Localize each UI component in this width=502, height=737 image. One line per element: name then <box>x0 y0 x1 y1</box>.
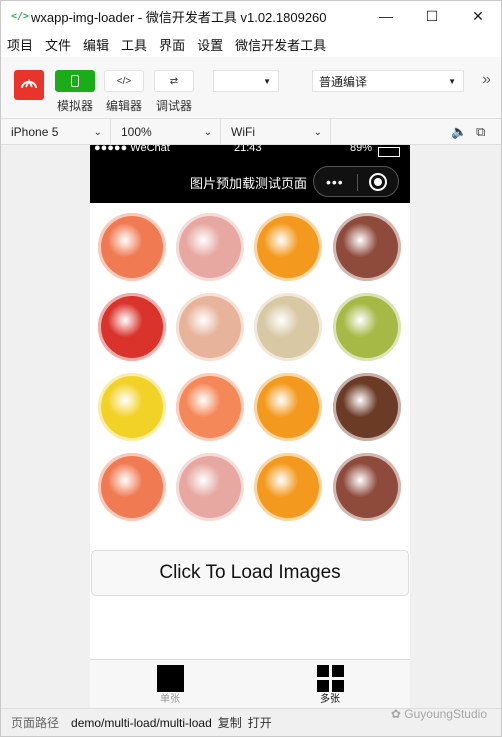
food-image-oranges-bowl-3 <box>254 453 322 521</box>
phone-screen: ●●●●● WeChat 21:43 89% 图片预加载测试页面 ••• Cli… <box>90 145 410 708</box>
editor-toggle-button[interactable]: </> <box>104 70 144 92</box>
scene-dropdown[interactable]: ▼ <box>213 70 279 92</box>
compile-mode-value: 普通编译 <box>319 74 368 89</box>
food-image-fish-plate <box>254 293 322 361</box>
close-button[interactable]: ✕ <box>455 1 501 31</box>
double-chevron-right-icon[interactable]: » <box>482 71 491 89</box>
menu-tools[interactable]: 工具 <box>121 35 147 54</box>
zoom-value: 100% <box>121 125 152 139</box>
navigation-bar: 图片预加载测试页面 ••• <box>90 161 410 203</box>
compile-mode-dropdown[interactable]: 普通编译 ▼ <box>312 70 464 92</box>
food-image-ham-board-2 <box>333 453 401 521</box>
chevron-down-icon: ⌄ <box>203 126 212 138</box>
menu-devtools[interactable]: 微信开发者工具 <box>235 35 326 54</box>
code-brackets-icon: </> <box>11 10 30 22</box>
tab-multi-label: 多张 <box>320 694 340 705</box>
menu-file[interactable]: 文件 <box>45 35 71 54</box>
clock-label: 21:43 <box>234 145 262 154</box>
network-value: WiFi <box>231 125 255 139</box>
simulator-toggle-button[interactable] <box>55 70 95 92</box>
debugger-toggle-button[interactable]: ⇄ <box>154 70 194 92</box>
food-image-juice-board <box>333 373 401 441</box>
sliders-icon: ⇄ <box>169 75 179 87</box>
single-square-icon <box>157 665 184 692</box>
open-link[interactable]: 打开 <box>248 714 272 731</box>
menu-project[interactable]: 项目 <box>7 35 33 54</box>
speaker-icon[interactable]: 🔈 <box>451 124 467 140</box>
food-image-salmon-plate-2 <box>98 453 166 521</box>
debugger-label: 调试器 <box>155 99 192 113</box>
food-image-salmon-plate <box>98 213 166 281</box>
menu-view[interactable]: 界面 <box>159 35 185 54</box>
device-bar: iPhone 5 ⌄ 100% ⌄ WiFi ⌄ 🔈 ⧉ <box>1 119 501 145</box>
more-dots-icon[interactable]: ••• <box>326 175 344 189</box>
tab-single-label: 单张 <box>160 694 180 705</box>
load-images-button[interactable]: Click To Load Images <box>91 550 409 596</box>
user-avatar-logo[interactable] <box>14 70 44 100</box>
simulator-label: 模拟器 <box>56 99 93 113</box>
window-title: wxapp-img-loader - 微信开发者工具 v1.02.1809260 <box>31 9 327 25</box>
page-path-label: 页面路径 <box>11 716 60 730</box>
menu-edit[interactable]: 编辑 <box>83 35 109 54</box>
food-image-lemons-bowl <box>98 373 166 441</box>
food-image-pork-board <box>176 293 244 361</box>
maximize-button[interactable]: ☐ <box>409 1 455 31</box>
grid-four-icon <box>317 665 344 692</box>
tab-single[interactable]: 单张 <box>90 660 250 708</box>
editor-label: 编辑器 <box>105 99 142 113</box>
menu-capsule: ••• <box>313 166 399 197</box>
watermark: ✿ GuyoungStudio <box>390 707 487 721</box>
food-image-bacon-plate <box>176 213 244 281</box>
food-image-bacon-plate-2 <box>176 453 244 521</box>
menu-bar: 项目 文件 编辑 工具 界面 设置 微信开发者工具 <box>1 31 501 57</box>
close-capsule-icon[interactable] <box>369 173 387 191</box>
caret-down-icon: ▼ <box>263 76 271 86</box>
page-title: 图片预加载测试页面 <box>190 176 308 191</box>
phone-icon <box>71 75 79 87</box>
menu-settings[interactable]: 设置 <box>197 35 223 54</box>
food-image-oranges-bowl-2 <box>254 373 322 441</box>
devtools-window: </> wxapp-img-loader - 微信开发者工具 v1.02.180… <box>0 0 502 737</box>
copy-link[interactable]: 复制 <box>218 714 242 731</box>
status-bar: ●●●●● WeChat 21:43 89% <box>90 145 410 161</box>
battery-label: 89% <box>350 145 373 154</box>
code-icon: </> <box>116 75 132 87</box>
food-image-oranges-bowl <box>254 213 322 281</box>
food-image-shrimp-plate <box>176 373 244 441</box>
device-model-dropdown[interactable]: iPhone 5 ⌄ <box>1 119 111 145</box>
tab-multi[interactable]: 多张 <box>250 660 410 708</box>
toolbar: 模拟器 </> 编辑器 ⇄ 调试器 ▼ 普通编译 ▼ » <box>1 57 501 119</box>
page-path-value: demo/multi-load/multi-load <box>71 715 212 730</box>
simulator-area: ●●●●● WeChat 21:43 89% 图片预加载测试页面 ••• Cli… <box>1 145 501 708</box>
caret-down-icon: ▼ <box>448 76 456 86</box>
network-dropdown[interactable]: WiFi ⌄ <box>221 119 331 145</box>
carrier-label: ●●●●● WeChat <box>94 145 170 154</box>
food-image-apples-bowl <box>98 293 166 361</box>
chevron-down-icon: ⌄ <box>313 126 322 138</box>
wechat-icon: ✿ <box>390 707 401 721</box>
tab-bar: 单张 多张 <box>90 659 410 708</box>
detach-window-icon[interactable]: ⧉ <box>476 124 485 140</box>
zoom-dropdown[interactable]: 100% ⌄ <box>111 119 221 145</box>
title-bar: </> wxapp-img-loader - 微信开发者工具 v1.02.180… <box>1 1 501 31</box>
battery-icon <box>378 147 400 157</box>
food-image-ham-board <box>333 213 401 281</box>
wechat-devtools-logo-icon <box>21 78 37 89</box>
chevron-down-icon: ⌄ <box>93 126 102 138</box>
minimize-button[interactable]: — <box>363 1 409 31</box>
device-model-value: iPhone 5 <box>11 125 59 139</box>
food-image-pears-bowl <box>333 293 401 361</box>
